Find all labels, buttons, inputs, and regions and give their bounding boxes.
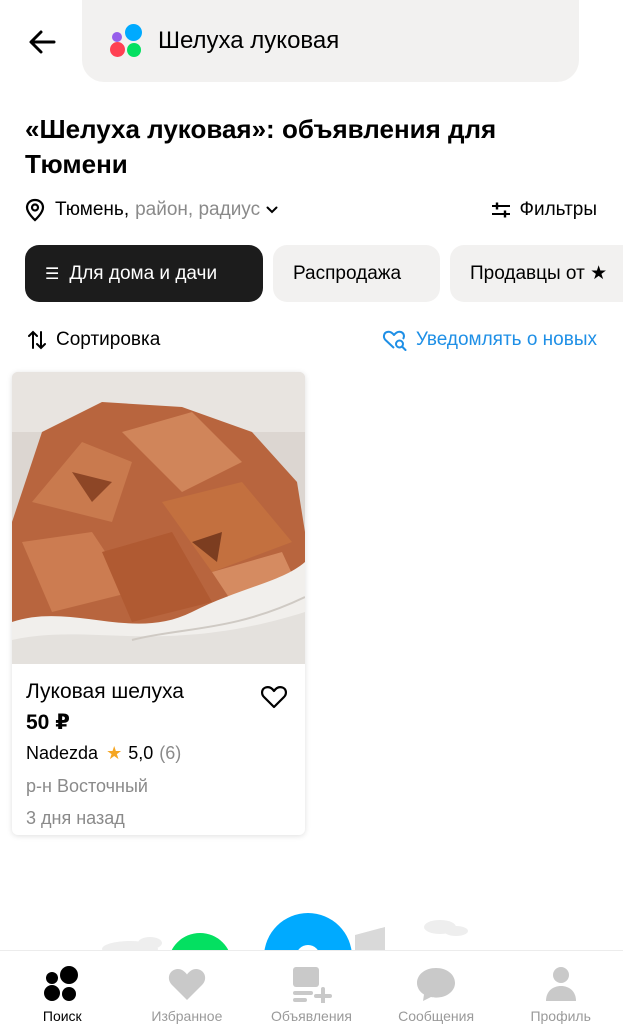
location-area: район, радиус <box>135 199 261 220</box>
chat-icon <box>417 967 456 1001</box>
listing-date: 3 дня назад <box>26 808 125 828</box>
promo-illustration <box>102 913 468 951</box>
chevron-down-icon <box>266 206 278 214</box>
notify-label: Уведомлять о новых <box>415 329 597 350</box>
listing-title: Луковая шелуха <box>26 680 184 703</box>
avito-logo-icon <box>110 24 144 58</box>
filters-button[interactable]: Фильтры <box>491 196 597 224</box>
bottom-tab-bar: Поиск Избранное Объявления Сообщения Про… <box>0 950 623 1024</box>
filters-sliders-icon <box>491 202 510 218</box>
profile-icon <box>545 966 576 1001</box>
seller-name: Nadezda <box>26 743 99 763</box>
listing-photo[interactable] <box>12 372 305 664</box>
top-bar: Шелуха луковая <box>0 0 623 84</box>
filters-label: Фильтры <box>519 199 597 220</box>
location-city: Тюмень, <box>55 199 130 220</box>
sort-arrows-icon <box>28 330 46 350</box>
heart-icon <box>168 968 206 1000</box>
search-query: Шелуха луковая <box>158 27 340 54</box>
notify-new-button[interactable]: Уведомлять о новых <box>382 326 597 354</box>
category-list-icon: ☰ <box>45 265 60 283</box>
tab-search[interactable]: Поиск <box>0 951 125 1024</box>
listing-district: р-н Восточный <box>26 776 148 796</box>
tab-messages[interactable]: Сообщения <box>374 951 499 1024</box>
tab-label: Поиск <box>42 1008 82 1024</box>
chip-top-sellers[interactable]: Продавцы от ★ <box>450 245 623 302</box>
category-chips: ☰ Для дома и дачи Распродажа Продавцы от… <box>25 245 623 302</box>
ads-icon <box>293 966 333 1003</box>
tab-ads[interactable]: Объявления <box>249 951 374 1024</box>
sort-label: Сортировка <box>56 329 161 350</box>
seller-info: Nadezda ★ 5,0 (6) <box>26 743 181 764</box>
heart-search-icon <box>382 330 407 351</box>
location-selector[interactable]: Тюмень, район, радиус <box>25 196 278 224</box>
back-button[interactable] <box>22 22 62 62</box>
listing-card[interactable]: Луковая шелуха 50 ₽ Nadezda ★ 5,0 (6) р-… <box>12 372 305 835</box>
tab-label: Профиль <box>530 1008 591 1024</box>
chip-label: Распродажа <box>293 262 402 284</box>
tab-favorites[interactable]: Избранное <box>125 951 250 1024</box>
sort-button[interactable]: Сортировка <box>28 326 160 354</box>
search-field[interactable]: Шелуха луковая <box>82 0 579 82</box>
star-icon: ★ <box>106 743 123 763</box>
heart-icon <box>261 686 287 709</box>
page-title: «Шелуха луковая»: объявления для Тюмени <box>25 114 497 179</box>
tab-label: Объявления <box>270 1008 352 1024</box>
review-count: (6) <box>159 743 182 763</box>
chip-label: Продавцы от ★ <box>470 263 608 284</box>
location-pin-icon <box>25 198 45 222</box>
chip-home-garden[interactable]: ☰ Для дома и дачи <box>25 245 263 302</box>
chip-sale[interactable]: Распродажа <box>273 245 440 302</box>
listing-price: 50 ₽ <box>26 711 70 734</box>
search-dots-icon <box>44 965 79 1001</box>
favorite-button[interactable] <box>259 682 289 712</box>
tab-label: Сообщения <box>398 1008 475 1024</box>
arrow-left-icon <box>29 30 56 54</box>
seller-rating: 5,0 <box>128 743 154 763</box>
tab-profile[interactable]: Профиль <box>498 951 623 1024</box>
tab-label: Избранное <box>151 1008 223 1024</box>
chip-label: Для дома и дачи <box>69 262 218 284</box>
